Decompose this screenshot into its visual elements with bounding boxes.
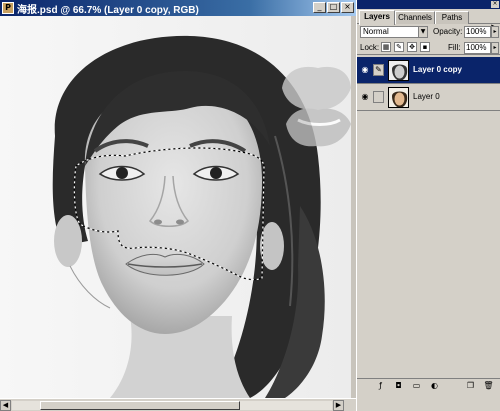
document-window: P 海报.psd @ 66.7% (Layer 0 copy, RGB) _ □… <box>0 0 356 411</box>
new-set-icon[interactable]: ▭ <box>411 381 422 391</box>
lock-fill-row: Lock: ▦ ✎ ✥ ▪ Fill: 100% ▸ <box>357 41 500 55</box>
close-button[interactable]: × <box>341 2 354 13</box>
brush-icon[interactable]: ✎ <box>373 64 384 76</box>
transparency-lock-icon[interactable]: ▦ <box>381 42 391 52</box>
layer-name: Layer 0 <box>413 92 440 101</box>
horizontal-scrollbar[interactable]: ◀ ▶ <box>0 398 356 411</box>
fill-field[interactable]: 100% <box>464 42 491 54</box>
eye-icon[interactable]: ◉ <box>360 92 370 102</box>
layers-palette: × Layers Channels Paths ▸ Normal ▼ Opaci… <box>356 0 500 411</box>
blend-mode-select[interactable]: Normal ▼ <box>360 26 428 38</box>
document-title: 海报.psd @ 66.7% (Layer 0 copy, RGB) <box>17 4 199 16</box>
all-lock-icon[interactable]: ▪ <box>420 42 430 52</box>
document-title-bar[interactable]: P 海报.psd @ 66.7% (Layer 0 copy, RGB) _ □… <box>0 0 356 16</box>
portrait-image <box>0 16 351 398</box>
opacity-field[interactable]: 100% <box>464 26 491 38</box>
trash-icon[interactable]: 🗑 <box>483 381 494 391</box>
layer-name: Layer 0 copy <box>413 65 462 74</box>
blend-mode-value: Normal <box>363 27 389 36</box>
layer-thumbnail <box>388 60 409 81</box>
scroll-left-arrow-icon[interactable]: ◀ <box>0 400 11 411</box>
image-canvas[interactable] <box>0 16 351 398</box>
brush-lock-icon[interactable]: ✎ <box>394 42 404 52</box>
scroll-thumb[interactable] <box>40 401 240 410</box>
move-lock-icon[interactable]: ✥ <box>407 42 417 52</box>
link-cell[interactable] <box>373 91 384 103</box>
new-layer-icon[interactable]: ❐ <box>465 381 476 391</box>
maximize-button[interactable]: □ <box>327 2 340 13</box>
fill-arrow-icon[interactable]: ▸ <box>491 42 499 54</box>
layer-row-layer-0[interactable]: ◉ Layer 0 <box>357 84 500 111</box>
fill-label: Fill: <box>448 43 461 52</box>
layer-row-layer-0-copy[interactable]: ◉ ✎ Layer 0 copy <box>357 57 500 84</box>
blend-opacity-row: Normal ▼ Opacity: 100% ▸ <box>357 26 500 40</box>
minimize-button[interactable]: _ <box>313 2 326 13</box>
layer-style-icon[interactable]: ƒ <box>375 381 386 391</box>
palette-title-bar[interactable]: × <box>357 0 500 9</box>
palette-bottom-bar: ƒ ◘ ▭ ◐ ❐ 🗑 <box>357 378 500 392</box>
eye-icon[interactable]: ◉ <box>360 65 370 75</box>
tab-paths[interactable]: Paths <box>435 11 469 24</box>
layer-thumbnail <box>388 87 409 108</box>
layers-list: ◉ ✎ Layer 0 copy ◉ Layer 0 <box>357 57 500 377</box>
palette-footer <box>357 393 500 411</box>
document-icon: P <box>2 2 14 14</box>
palette-tabs: Layers Channels Paths ▸ <box>357 10 500 30</box>
opacity-arrow-icon[interactable]: ▸ <box>491 26 499 38</box>
chevron-down-icon[interactable]: ▼ <box>418 27 427 37</box>
tab-channels[interactable]: Channels <box>395 11 435 24</box>
mask-icon[interactable]: ◘ <box>393 381 404 391</box>
adjustment-layer-icon[interactable]: ◐ <box>429 381 440 391</box>
lock-label: Lock: <box>360 43 380 52</box>
scroll-right-arrow-icon[interactable]: ▶ <box>333 400 344 411</box>
tab-layers[interactable]: Layers <box>359 10 395 25</box>
palette-close-icon[interactable]: × <box>491 1 499 8</box>
opacity-label: Opacity: <box>433 27 463 36</box>
